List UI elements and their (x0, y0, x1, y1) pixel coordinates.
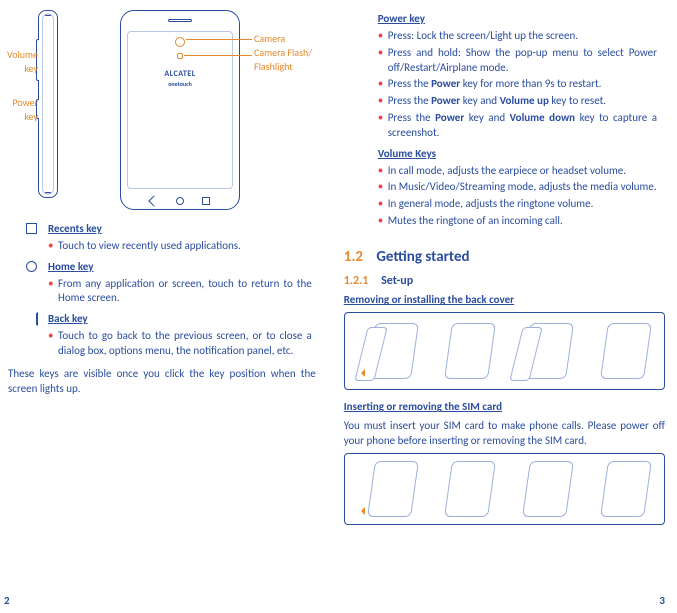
volume-item: In general mode, adjusts the ringtone vo… (378, 197, 657, 212)
label-power-key: Power key (4, 96, 38, 123)
label-flash: Camera Flash/ Flashlight (254, 46, 334, 73)
volume-keys-title: Volume Keys (378, 147, 657, 162)
brand-top: ALCATEL (164, 69, 195, 79)
nav-home-icon (176, 197, 184, 205)
power-key-title: Power key (378, 12, 657, 27)
recents-key-item: Touch to view recently used applications… (48, 239, 312, 254)
page-number-right: 3 (659, 594, 665, 609)
phone-illustration: ALCATEL onetouch Volume key Power key Ca… (4, 8, 320, 218)
power-item: Press the Power key and Volume down key … (378, 111, 657, 141)
recents-key-title: Recents key (48, 222, 312, 237)
back-key-item: Touch to go back to the previous screen,… (48, 329, 312, 359)
brand-sub: onetouch (121, 80, 239, 88)
power-item: Press and hold: Show the pop-up menu to … (378, 46, 657, 76)
section-title: Getting started (376, 248, 469, 266)
recents-icon (26, 223, 37, 234)
back-cover-illustration (344, 312, 665, 390)
volume-item: Mutes the ringtone of an incoming call. (378, 214, 657, 229)
sim-illustration (344, 453, 665, 525)
heading-sim: Inserting or removing the SIM card (344, 400, 665, 415)
label-camera: Camera (254, 32, 324, 46)
back-icon (26, 313, 36, 325)
volume-item: In call mode, adjusts the earpiece or he… (378, 164, 657, 179)
home-key-item: From any application or screen, touch to… (48, 277, 312, 307)
section-number: 1.2 (344, 248, 363, 266)
phone-side-view (38, 10, 58, 198)
volume-item: In Music/Video/Streaming mode, adjusts t… (378, 180, 657, 195)
heading-back-cover: Removing or installing the back cover (344, 293, 665, 308)
power-item: Press: Lock the screen/Light up the scre… (378, 29, 657, 44)
section-heading: 1.2 Getting started (344, 247, 665, 267)
subsection-title: Set-up (381, 274, 413, 288)
power-item: Press the Power key and Volume up key to… (378, 94, 657, 109)
nav-recents-icon (202, 197, 210, 205)
subsection-number: 1.2.1 (344, 274, 369, 288)
nav-back-icon (148, 195, 159, 206)
page-number-left: 2 (4, 594, 10, 609)
camera-lens-illus (175, 37, 185, 47)
home-key-title: Home key (48, 260, 312, 275)
keys-note: These keys are visible once you click th… (8, 367, 316, 397)
home-icon (26, 261, 37, 272)
subsection-heading: 1.2.1 Set-up (344, 273, 665, 289)
flash-illus (177, 53, 183, 59)
power-item: Press the Power key for more than 9s to … (378, 77, 657, 92)
sim-paragraph: You must insert your SIM card to make ph… (344, 419, 665, 449)
label-volume-key: Volume key (2, 48, 38, 75)
phone-front-view: ALCATEL onetouch (120, 10, 240, 210)
back-key-title: Back key (48, 312, 312, 327)
